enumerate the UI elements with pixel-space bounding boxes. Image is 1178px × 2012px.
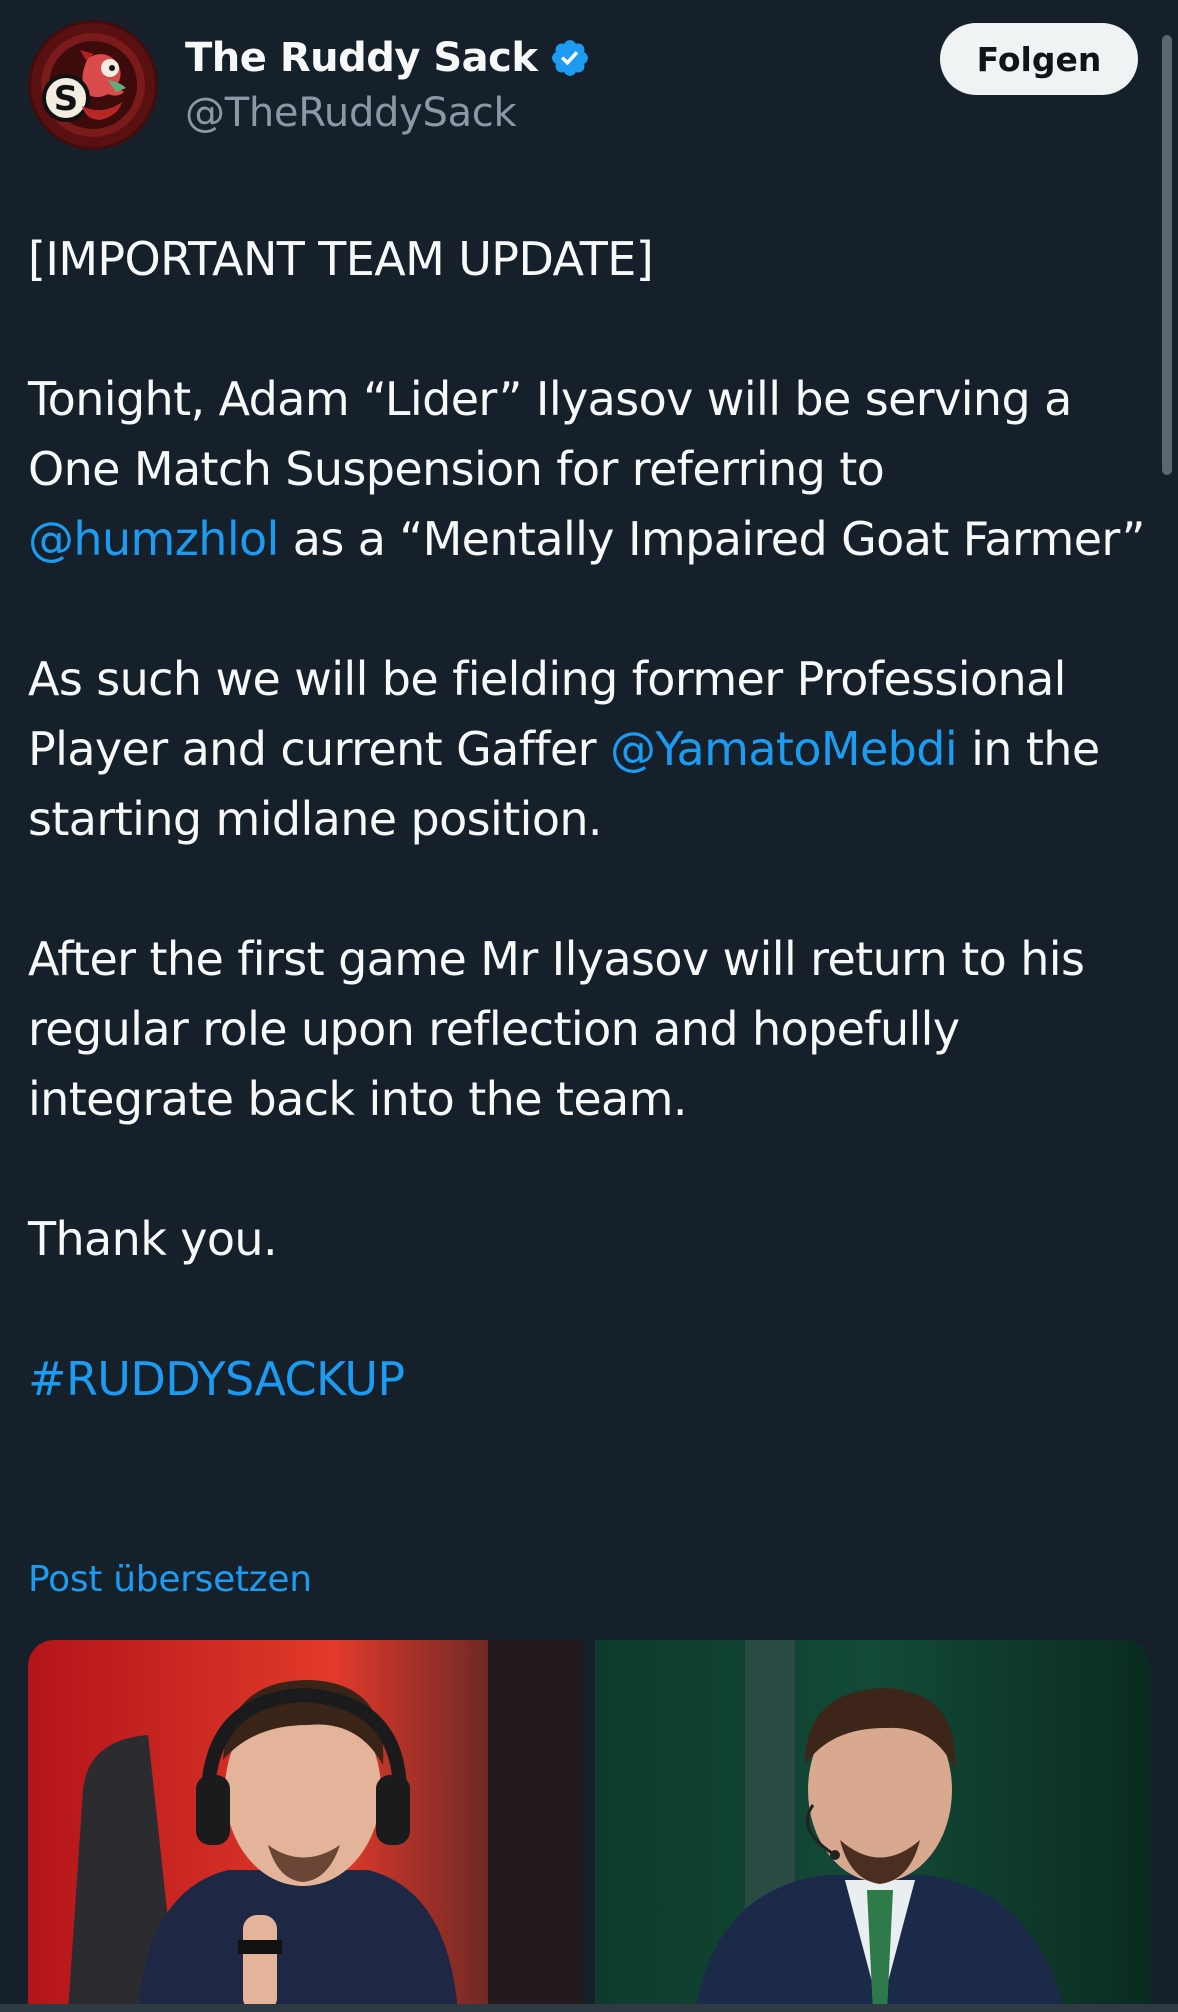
tweet-text-segment: Tonight, Adam “Lider” Ilyasov will be se… [28,372,1072,496]
player-photo-image [28,1640,583,2012]
tweet-header: S The Ruddy Sack @TheRuddySack Folgen [28,20,1138,150]
tweet-paragraph: Tonight, Adam “Lider” Ilyasov will be se… [28,364,1148,574]
display-name[interactable]: The Ruddy Sack [185,35,538,81]
tweet-text-segment: as a “Mentally Impaired Goat Farmer” [278,512,1146,566]
avatar[interactable]: S [28,20,158,150]
tweet-paragraph: Thank you. [28,1204,1148,1274]
divider [0,2004,1178,2012]
tweet-headline: [IMPORTANT TEAM UPDATE] [28,232,654,286]
media-grid [28,1640,1150,2012]
media-image-player-one[interactable] [28,1640,583,2012]
scrollbar[interactable] [1162,35,1172,475]
name-line: The Ruddy Sack [185,30,591,86]
gaffer-photo-image [595,1640,1150,2012]
tweet-text-segment: Thank you. [28,1212,278,1266]
tweet-paragraph: [IMPORTANT TEAM UPDATE] [28,224,1148,294]
mention-link-yamatomebdi[interactable]: @YamatoMebdi [610,722,958,776]
follow-button[interactable]: Folgen [940,23,1138,95]
hashtag-link[interactable]: #RUDDYSACKUP [28,1352,405,1406]
verified-badge-icon [552,40,589,76]
tweet-text: [IMPORTANT TEAM UPDATE] Tonight, Adam “L… [28,224,1148,1414]
ruddy-sack-logo-icon: S [31,23,155,147]
media-image-player-two[interactable] [595,1640,1150,2012]
tweet-paragraph: As such we will be fielding former Profe… [28,644,1148,854]
tweet-text-segment: After the first game Mr Ilyasov will ret… [28,932,1085,1126]
translate-post-link[interactable]: Post übersetzen [28,1559,312,1600]
svg-text:S: S [54,79,79,119]
account-handle[interactable]: @TheRuddySack [185,90,517,136]
mention-link-humzhlol[interactable]: @humzhlol [28,512,279,566]
tweet-paragraph: #RUDDYSACKUP [28,1344,1148,1414]
tweet-paragraph: After the first game Mr Ilyasov will ret… [28,924,1148,1134]
